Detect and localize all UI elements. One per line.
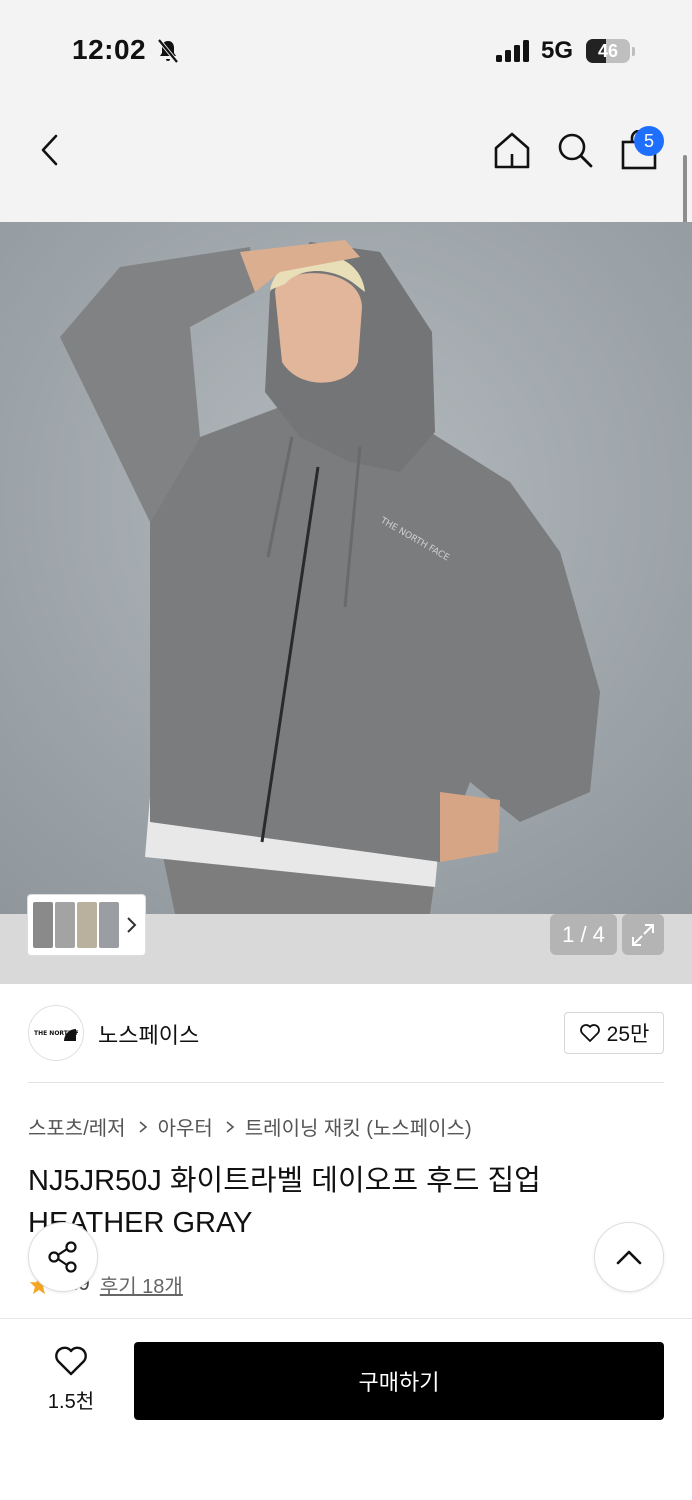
brand-like-button[interactable]: 25만 — [564, 1012, 664, 1054]
chevron-right-icon — [139, 1120, 147, 1133]
wishlist-count: 1.5천 — [47, 1391, 95, 1413]
status-time: 12:02 — [72, 34, 147, 65]
heart-icon — [579, 1024, 600, 1042]
thumbnail-image[interactable] — [55, 902, 75, 948]
thumbnail-image[interactable] — [77, 902, 97, 948]
thumbnail-image[interactable] — [99, 902, 119, 948]
product-image-gallery[interactable]: THE NORTH FACE 1 / 4 — [0, 222, 692, 984]
heart-icon — [55, 1346, 87, 1376]
battery-level: 46 — [597, 41, 619, 61]
review-count-link[interactable]: 후기 18개 — [100, 1270, 183, 1299]
thumbnail-image[interactable] — [33, 902, 53, 948]
search-icon — [558, 133, 593, 168]
brand-row: THE NORTH FACE 노스페이스 25만 — [0, 984, 692, 1084]
breadcrumb-item[interactable]: 아우터 — [158, 1112, 213, 1141]
brand-like-count: 25만 — [606, 1023, 650, 1046]
brand-name[interactable]: 노스페이스 — [98, 1018, 199, 1050]
buy-button[interactable]: 구매하기 — [134, 1342, 664, 1420]
image-counter: 1 / 4 — [550, 914, 617, 955]
battery-tip — [632, 47, 635, 56]
brand-logo[interactable]: THE NORTH FACE — [28, 1005, 84, 1061]
expand-icon — [632, 923, 654, 946]
bell-muted-icon — [157, 38, 179, 64]
home-button[interactable] — [488, 126, 536, 174]
chevron-right-icon — [127, 917, 137, 933]
cart-count-badge: 5 — [634, 126, 664, 156]
breadcrumb-item[interactable]: 트레이닝 재킷 (노스페이스) — [245, 1112, 472, 1141]
product-photo: THE NORTH FACE — [0, 222, 692, 914]
chevron-right-icon — [226, 1120, 235, 1133]
back-button[interactable] — [26, 126, 74, 174]
chevron-left-icon — [41, 134, 58, 166]
cellular-signal-icon — [496, 40, 529, 62]
north-face-logo: THE NORTH FACE — [34, 1029, 78, 1041]
status-bar: 12:02 5G 46 — [0, 0, 692, 100]
nav-bar — [0, 100, 692, 222]
wishlist-button[interactable]: 1.5천 — [36, 1345, 106, 1421]
breadcrumb-item[interactable]: 스포츠/레저 — [28, 1112, 126, 1141]
divider — [28, 1082, 664, 1083]
product-title: NJ5JR50J 화이트라벨 데이오프 후드 집업 HEATHER GRAY — [28, 1165, 541, 1239]
fullscreen-button[interactable] — [622, 914, 664, 955]
breadcrumb: 스포츠/레저 아우터 트레이닝 재킷 (노스페이스) — [28, 1112, 472, 1141]
scroll-to-top-button[interactable] — [594, 1222, 664, 1292]
search-button[interactable] — [551, 126, 599, 174]
share-icon — [48, 1241, 77, 1273]
battery-icon: 46 — [586, 39, 630, 63]
bottom-action-bar: 1.5천 구매하기 — [0, 1318, 692, 1500]
network-type: 5G — [541, 37, 574, 64]
chevron-up-icon — [616, 1250, 642, 1265]
share-button[interactable] — [28, 1222, 98, 1292]
home-icon — [494, 132, 530, 169]
thumbnail-strip[interactable] — [28, 895, 145, 955]
